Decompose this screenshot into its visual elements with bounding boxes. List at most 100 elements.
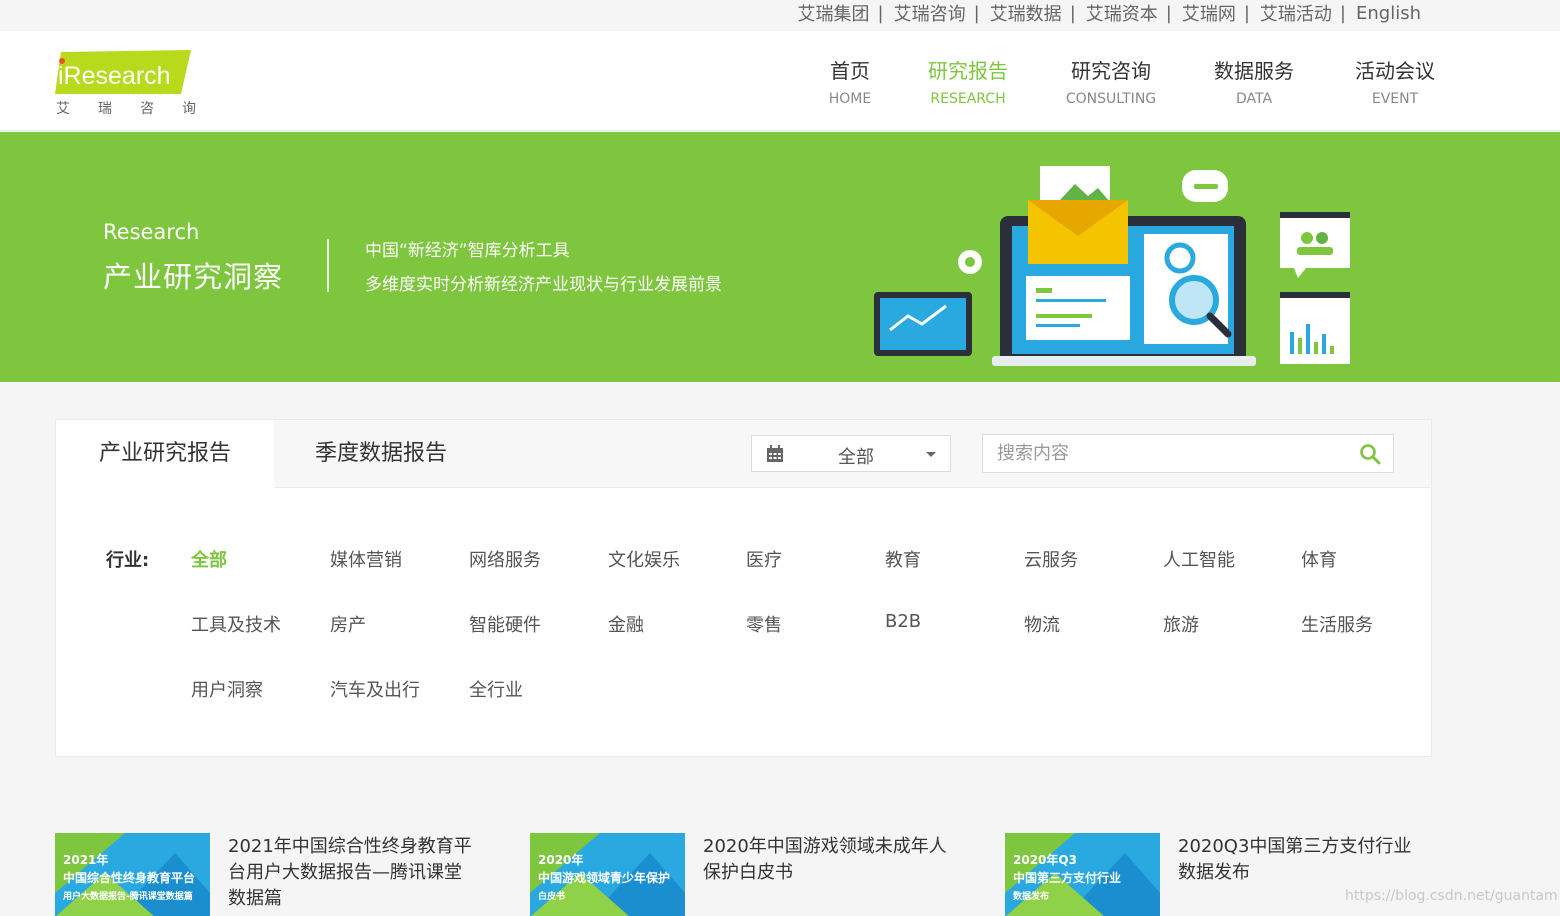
logo-cn-char: 瑞 bbox=[98, 101, 112, 117]
top-link-data[interactable]: 艾瑞数据 bbox=[990, 0, 1062, 26]
magnifier-analytics-icon bbox=[1144, 234, 1232, 344]
top-link-english[interactable]: English bbox=[1356, 3, 1421, 24]
chevron-down-icon bbox=[926, 452, 936, 457]
logo-brand-text: iResearch bbox=[58, 62, 171, 90]
industry-option[interactable]: 生活服务 bbox=[1301, 611, 1373, 637]
envelope-icon bbox=[1028, 166, 1128, 264]
industry-option[interactable]: 体育 bbox=[1301, 546, 1337, 572]
watermark-text: https://blog.csdn.net/guantam bbox=[1345, 888, 1558, 904]
industry-option[interactable]: 教育 bbox=[885, 546, 921, 572]
thumbnail-title: 中国游戏领域青少年保护 bbox=[538, 871, 671, 885]
industry-option[interactable]: 物流 bbox=[1024, 611, 1060, 637]
main-nav: 首页 HOME 研究报告 RESEARCH 研究咨询 CONSULTING 数据… bbox=[800, 55, 1482, 107]
top-link-separator: | bbox=[1069, 2, 1076, 24]
report-thumbnail[interactable]: 2020年Q3 中国第三方支付行业 数据发布 bbox=[1005, 833, 1160, 916]
users-window-icon bbox=[1280, 212, 1350, 278]
iresearch-logo-badge: iResearch bbox=[55, 50, 191, 94]
industry-option[interactable]: 房产 bbox=[330, 611, 366, 637]
report-title[interactable]: 2020Q3中国第三方支付行业数据发布 bbox=[1178, 834, 1423, 886]
search-icon[interactable] bbox=[1359, 443, 1381, 465]
thumbnail-subtitle: 数据发布 bbox=[1013, 892, 1050, 902]
top-link-group[interactable]: 艾瑞集团 bbox=[798, 0, 870, 26]
top-link-separator: | bbox=[877, 2, 884, 24]
banner-eyebrow: Research bbox=[103, 220, 200, 244]
chat-bubble-icon bbox=[1182, 170, 1228, 202]
industry-option[interactable]: 全部 bbox=[191, 546, 227, 572]
industry-option[interactable]: B2B bbox=[885, 611, 921, 632]
nav-item-home[interactable]: 首页 HOME bbox=[800, 55, 900, 107]
industry-option[interactable]: 云服务 bbox=[1024, 546, 1078, 572]
industry-option[interactable]: 用户洞察 bbox=[191, 676, 263, 702]
industry-option[interactable]: 网络服务 bbox=[469, 546, 541, 572]
nav-item-research[interactable]: 研究报告 RESEARCH bbox=[918, 55, 1018, 107]
top-link-separator: | bbox=[973, 2, 980, 24]
top-link-net[interactable]: 艾瑞网 bbox=[1182, 0, 1236, 26]
logo-cn-char: 咨 bbox=[140, 101, 154, 117]
report-tabs: 产业研究报告 季度数据报告 全部 bbox=[56, 420, 1431, 489]
top-link-consulting[interactable]: 艾瑞咨询 bbox=[894, 0, 966, 26]
nav-item-consulting[interactable]: 研究咨询 CONSULTING bbox=[1061, 55, 1161, 107]
report-list: 2021年 中国综合性终身教育平台 用户大数据报告-腾讯课堂数据篇 2021年中… bbox=[55, 832, 1505, 916]
report-title[interactable]: 2021年中国综合性终身教育平台用户大数据报告—腾讯课堂数据篇 bbox=[228, 834, 473, 912]
nav-item-event[interactable]: 活动会议 EVENT bbox=[1340, 55, 1450, 107]
nav-label-zh: 数据服务 bbox=[1214, 59, 1294, 83]
industry-option[interactable]: 工具及技术 bbox=[191, 611, 281, 637]
site-logo[interactable]: iResearch 艾 瑞 咨 询 bbox=[55, 50, 196, 120]
report-thumbnail[interactable]: 2021年 中国综合性终身教育平台 用户大数据报告-腾讯课堂数据篇 bbox=[55, 833, 210, 916]
top-utility-bar: 艾瑞集团 | 艾瑞咨询 | 艾瑞数据 | 艾瑞资本 | 艾瑞网 | 艾瑞活动 | Engli… bbox=[0, 0, 1560, 31]
nav-item-data[interactable]: 数据服务 DATA bbox=[1204, 55, 1304, 107]
industry-option[interactable]: 汽车及出行 bbox=[330, 676, 420, 702]
search-input[interactable] bbox=[983, 435, 1343, 472]
banner-illustration bbox=[874, 166, 1350, 366]
nav-label-zh: 研究报告 bbox=[928, 59, 1008, 83]
banner-headline: 产业研究洞察 bbox=[103, 260, 284, 294]
tab-quarterly-data[interactable]: 季度数据报告 bbox=[315, 420, 447, 488]
hero-banner: Research 产业研究洞察 中国“新经济”智库分析工具 多维度实时分析新经济… bbox=[0, 132, 1560, 382]
bar-chart-window-icon bbox=[1280, 292, 1350, 364]
industry-option[interactable]: 医疗 bbox=[746, 546, 782, 572]
industry-option[interactable]: 媒体营销 bbox=[330, 546, 402, 572]
logo-cn-char: 艾 bbox=[56, 101, 70, 117]
site-header: iResearch 艾 瑞 咨 询 首页 HOME 研究报告 RESEARCH … bbox=[0, 31, 1560, 131]
industry-option[interactable]: 旅游 bbox=[1163, 611, 1199, 637]
report-thumbnail[interactable]: 2020年 中国游戏领域青少年保护 白皮书 bbox=[530, 833, 685, 916]
thumbnail-subtitle: 用户大数据报告-腾讯课堂数据篇 bbox=[63, 892, 193, 902]
industry-option[interactable]: 人工智能 bbox=[1163, 546, 1235, 572]
nav-label-zh: 首页 bbox=[830, 59, 870, 83]
top-link-capital[interactable]: 艾瑞资本 bbox=[1086, 0, 1158, 26]
nav-label-en: EVENT bbox=[1371, 91, 1419, 107]
tablet-trend-icon bbox=[874, 292, 972, 356]
tab-industry-research[interactable]: 产业研究报告 bbox=[56, 420, 274, 489]
report-filter-panel: 产业研究报告 季度数据报告 全部 行业: bbox=[55, 419, 1432, 757]
logo-cn-char: 询 bbox=[182, 101, 196, 117]
nav-label-zh: 研究咨询 bbox=[1071, 59, 1151, 83]
thumbnail-year: 2020年Q3 bbox=[1013, 853, 1077, 867]
nav-label-en: DATA bbox=[1235, 91, 1273, 107]
nav-label-zh: 活动会议 bbox=[1355, 59, 1435, 83]
industry-option[interactable]: 零售 bbox=[746, 611, 782, 637]
report-card[interactable]: 2021年 中国综合性终身教育平台 用户大数据报告-腾讯课堂数据篇 2021年中… bbox=[55, 832, 515, 916]
date-select-value: 全部 bbox=[838, 447, 874, 468]
top-link-separator: | bbox=[1339, 2, 1346, 24]
industry-option[interactable]: 金融 bbox=[608, 611, 644, 637]
thumbnail-year: 2020年 bbox=[538, 853, 584, 867]
industry-option[interactable]: 智能硬件 bbox=[469, 611, 541, 637]
nav-label-en: RESEARCH bbox=[930, 91, 1006, 107]
report-title[interactable]: 2020年中国游戏领域未成年人保护白皮书 bbox=[703, 834, 948, 886]
top-link-separator: | bbox=[1243, 2, 1250, 24]
thumbnail-year: 2021年 bbox=[63, 853, 109, 867]
top-link-events[interactable]: 艾瑞活动 bbox=[1260, 0, 1332, 26]
gear-icon bbox=[958, 250, 982, 274]
thumbnail-title: 中国第三方支付行业 bbox=[1013, 871, 1122, 885]
top-link-separator: | bbox=[1165, 2, 1172, 24]
calendar-icon bbox=[767, 445, 783, 462]
industry-option[interactable]: 文化娱乐 bbox=[608, 546, 680, 572]
search-box bbox=[982, 434, 1394, 473]
date-select[interactable]: 全部 bbox=[751, 435, 951, 472]
report-card[interactable]: 2020年 中国游戏领域青少年保护 白皮书 2020年中国游戏领域未成年人保护白… bbox=[530, 832, 990, 916]
banner-divider bbox=[327, 239, 329, 292]
thumbnail-title: 中国综合性终身教育平台 bbox=[63, 871, 196, 885]
industry-option[interactable]: 全行业 bbox=[469, 676, 523, 702]
nav-label-en: CONSULTING bbox=[1065, 91, 1157, 107]
banner-tagline-1: 中国“新经济”智库分析工具 bbox=[365, 241, 570, 261]
